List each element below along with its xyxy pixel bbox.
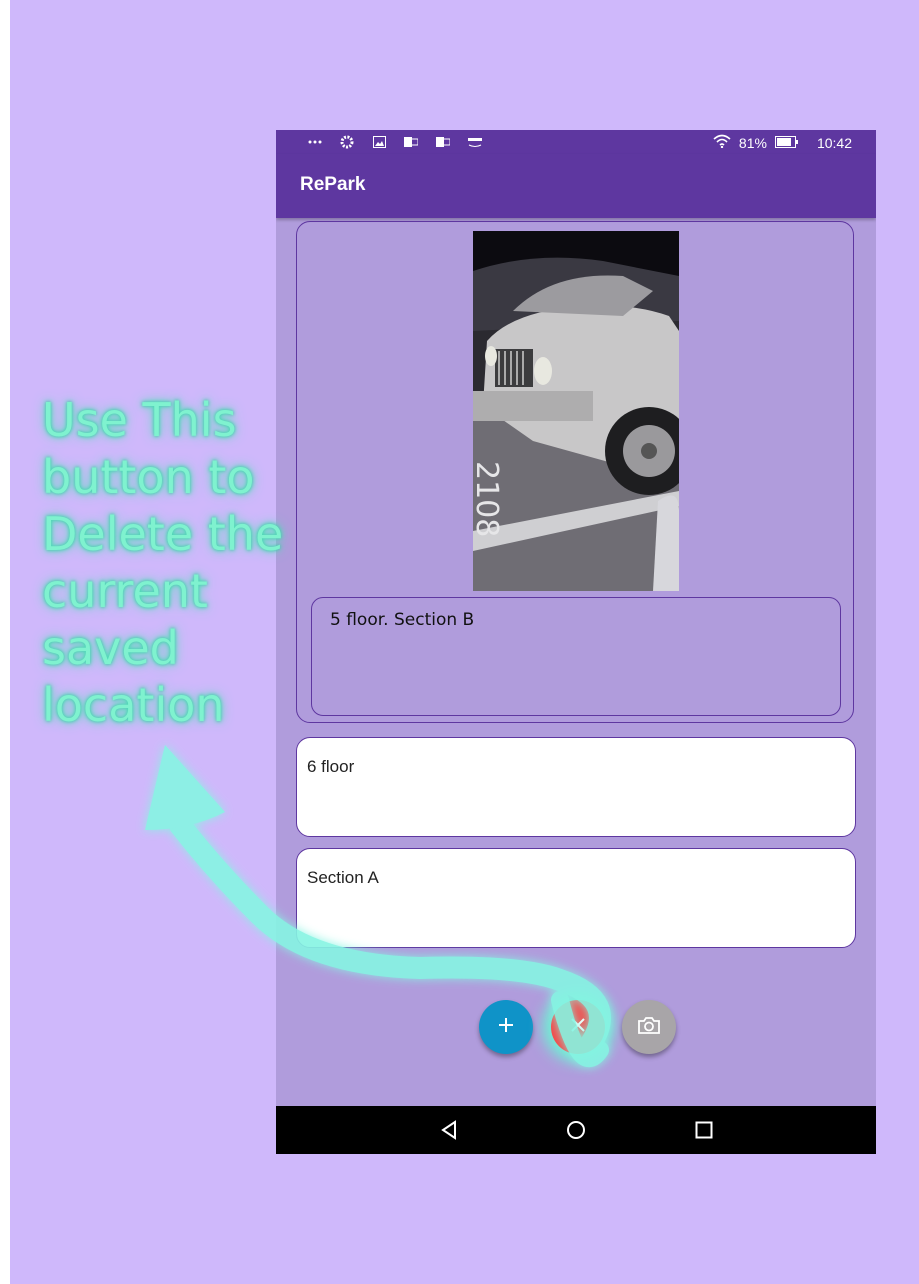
floor-input[interactable]: 6 floor [296,737,856,837]
add-button[interactable] [479,1000,533,1054]
battery-percent: 81% [738,134,767,151]
phone-screen: 81% 10:42 RePark 2108 5 floor. Section B… [276,130,876,1154]
saved-location-card: 2108 5 floor. Section B [296,221,854,723]
outlook-icon [434,134,452,150]
plus-icon [498,1017,514,1038]
status-bar: 81% 10:42 [276,130,876,154]
delete-button[interactable] [551,1000,605,1054]
outlook-icon [402,134,420,150]
more-icon [306,134,324,150]
annotation-line: saved [42,621,179,675]
annotation-line: location [42,678,225,732]
location-note[interactable]: 5 floor. Section B [311,597,841,716]
camera-icon [638,1016,660,1039]
app-bar: RePark [276,154,876,218]
annotation-line: current [42,564,208,618]
recents-icon[interactable] [695,1121,713,1144]
clock: 10:42 [816,134,852,151]
battery-icon [774,135,799,151]
svg-text:2108: 2108 [473,461,504,537]
back-icon[interactable] [439,1120,459,1145]
car-photo[interactable]: 2108 [473,231,679,591]
camera-button[interactable] [622,1000,676,1054]
annotation-line: Use This [42,393,237,447]
home-icon[interactable] [566,1120,586,1145]
annotation-text: Use This button to Delete the current sa… [42,392,312,734]
annotation-line: button to [42,450,255,504]
gear-icon [338,134,356,150]
wifi-icon [713,134,731,151]
image-icon [370,134,388,150]
section-input[interactable]: Section A [296,848,856,948]
navigation-bar [276,1106,876,1154]
app-title: RePark [300,174,366,195]
annotation-line: Delete the [42,507,284,561]
close-icon [571,1017,585,1037]
amazon-icon [466,134,484,150]
